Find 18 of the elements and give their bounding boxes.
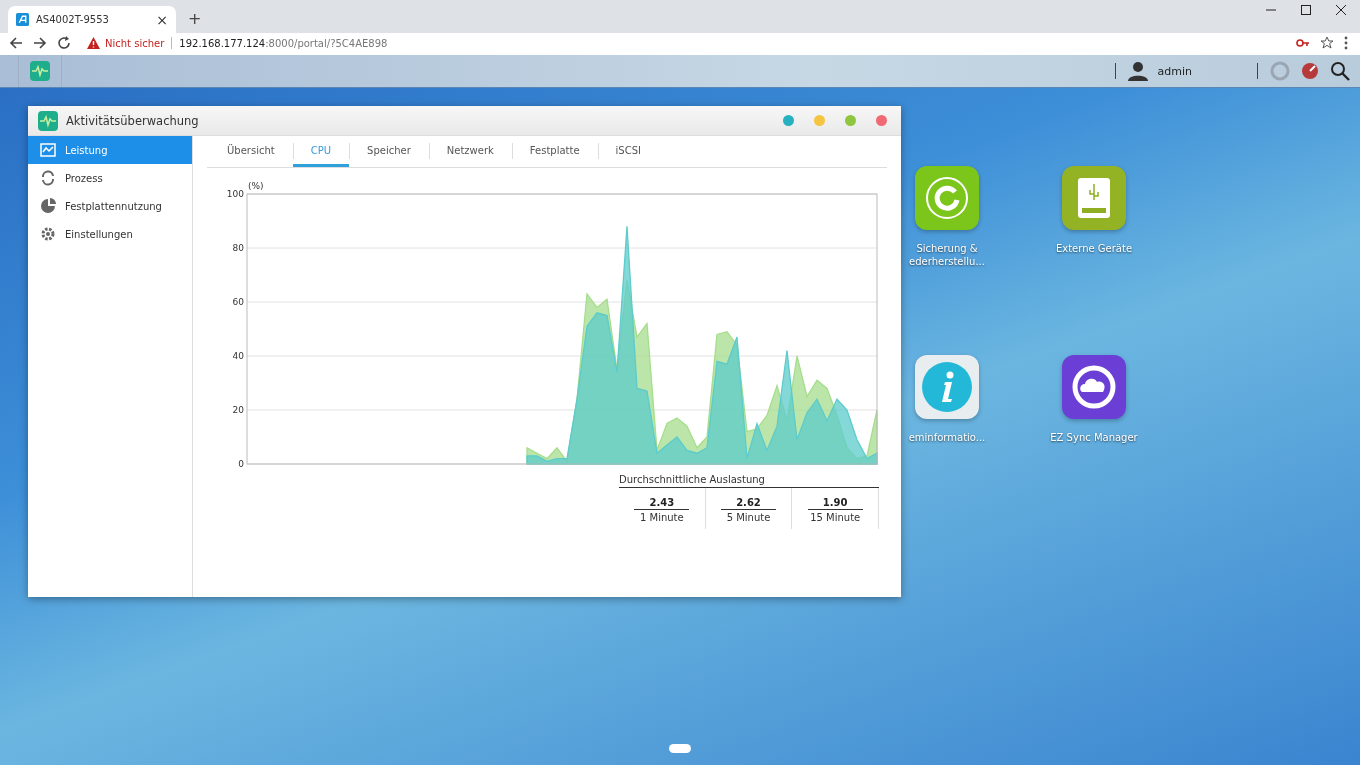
load-value: 2.62: [721, 497, 776, 510]
tab-title: AS4002T-9553: [36, 14, 110, 25]
load-heading: Durchschnittliche Auslastung: [619, 474, 879, 488]
y-tick-label: 20: [232, 405, 244, 415]
y-tick-label: 0: [238, 459, 244, 469]
load-value: 1.90: [807, 497, 863, 510]
security-label: Nicht sicher: [105, 37, 165, 49]
window-title: Aktivitätsüberwachung: [66, 113, 199, 128]
y-tick-label: 100: [226, 189, 244, 199]
y-tick-label: 80: [232, 243, 244, 253]
y-tick-label: 60: [232, 297, 244, 307]
y-tick-label: 40: [232, 351, 244, 361]
load-label: 1 Minute: [640, 512, 684, 523]
y-axis-label: (%): [248, 181, 264, 191]
load-label: 15 Minute: [810, 512, 861, 523]
url-text: 192.168.177.124:8000/portal/?5C4AE898: [179, 37, 388, 49]
load-label: 5 Minute: [726, 512, 771, 523]
load-value: 2.43: [634, 497, 690, 510]
